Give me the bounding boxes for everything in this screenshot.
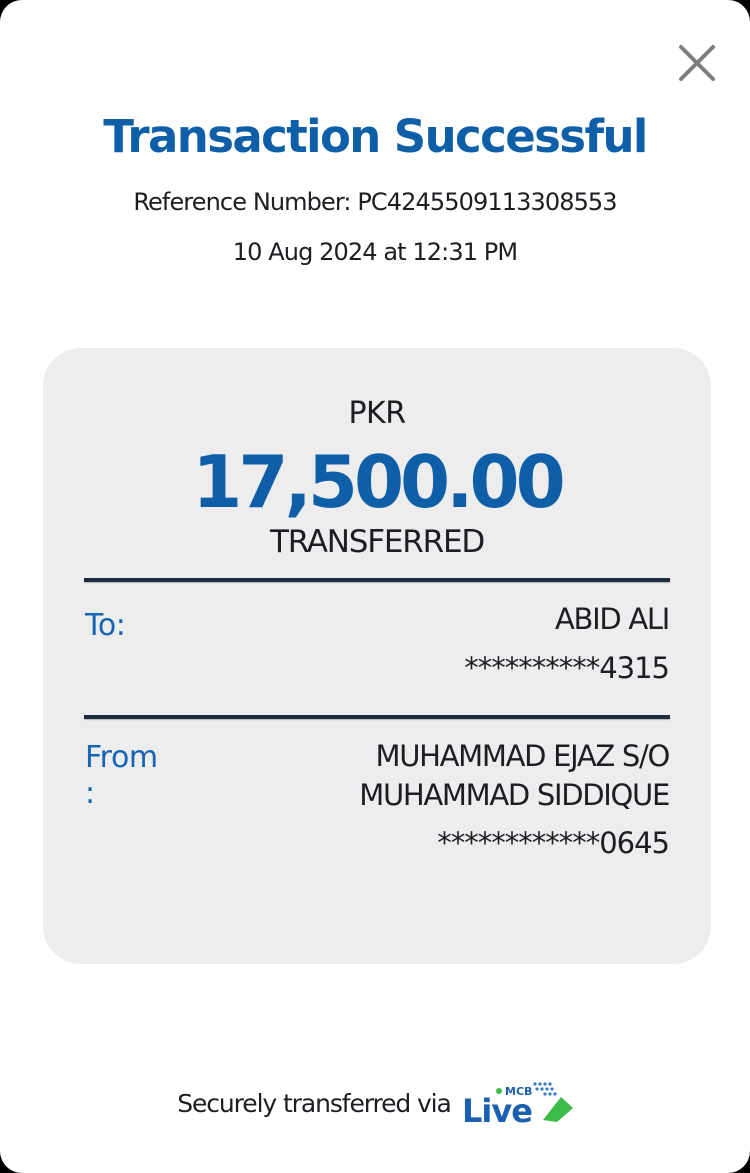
receipt-card: PKR 17,500.00 TRANSFERRED To: ABID ALI *…: [43, 348, 711, 964]
transaction-datetime: 10 Aug 2024 at 12:31 PM: [232, 238, 518, 266]
sender-name: MUHAMMAD EJAZ S/O MUHAMMAD SIDDIQUE: [359, 737, 670, 815]
sender-name-line2: MUHAMMAD SIDDIQUE: [359, 778, 670, 812]
mcb-live-logo: MCB Live: [462, 1082, 573, 1126]
close-icon: [679, 45, 715, 81]
divider: [84, 715, 670, 719]
transfer-status: TRANSFERRED: [269, 524, 485, 560]
currency-code: PKR: [348, 396, 406, 431]
transfer-amount: 17,500.00: [192, 440, 565, 524]
page-title: Transaction Successful: [103, 110, 648, 163]
reference-number-label: Reference Number:: [133, 188, 351, 216]
sender-account: ************0645: [437, 826, 670, 860]
recipient-name: ABID ALI: [555, 602, 670, 636]
to-label: To:: [85, 608, 126, 643]
divider: [84, 578, 670, 582]
from-label: From :: [85, 740, 158, 812]
from-label-colon: :: [85, 776, 95, 811]
recipient-account: **********4315: [464, 651, 670, 685]
footer-text: Securely transferred via: [177, 1088, 452, 1118]
logo-main-text: Live: [462, 1092, 532, 1126]
transaction-receipt-dialog: Transaction Successful Reference Number:…: [0, 0, 750, 1173]
close-button[interactable]: [676, 42, 718, 84]
reference-number-line: Reference Number: PC4245509113308553: [0, 188, 750, 216]
sender-name-line1: MUHAMMAD EJAZ S/O: [375, 739, 670, 773]
from-label-text: From: [85, 740, 158, 775]
reference-number-value: PC4245509113308553: [357, 188, 617, 216]
footer: Securely transferred via MCB Live: [0, 1078, 750, 1128]
